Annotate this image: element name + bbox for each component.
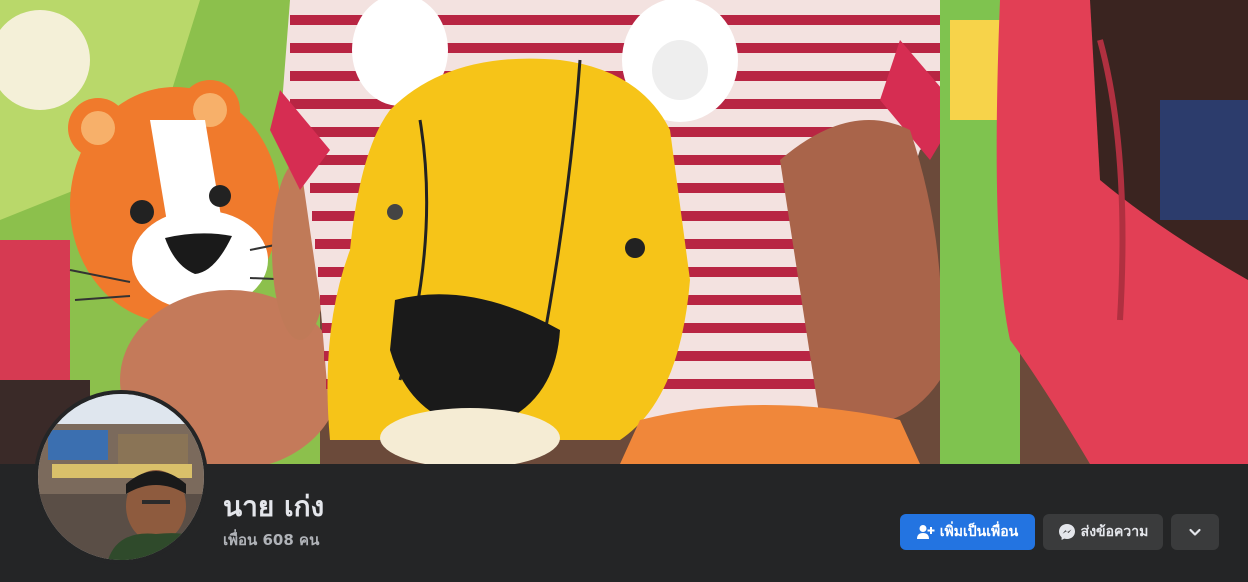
friends-count[interactable]: เพื่อน 608 คน (223, 530, 319, 550)
add-friend-button[interactable]: เพิ่มเป็นเพื่อน (900, 514, 1035, 550)
avatar[interactable] (38, 394, 204, 560)
cover-photo[interactable] (0, 0, 1248, 464)
add-friend-icon (916, 524, 935, 540)
more-options-button[interactable] (1171, 514, 1219, 550)
message-button[interactable]: ส่งข้อความ (1043, 514, 1163, 550)
chevron-down-icon (1188, 525, 1202, 539)
cover-photo-image (0, 0, 1248, 464)
add-friend-label: เพิ่มเป็นเพื่อน (939, 524, 1019, 540)
messenger-icon (1058, 523, 1076, 541)
avatar-image (38, 394, 204, 560)
avatar-ring (34, 390, 208, 564)
message-label: ส่งข้อความ (1080, 524, 1149, 540)
profile-name: นาย เก่ง (223, 490, 325, 523)
